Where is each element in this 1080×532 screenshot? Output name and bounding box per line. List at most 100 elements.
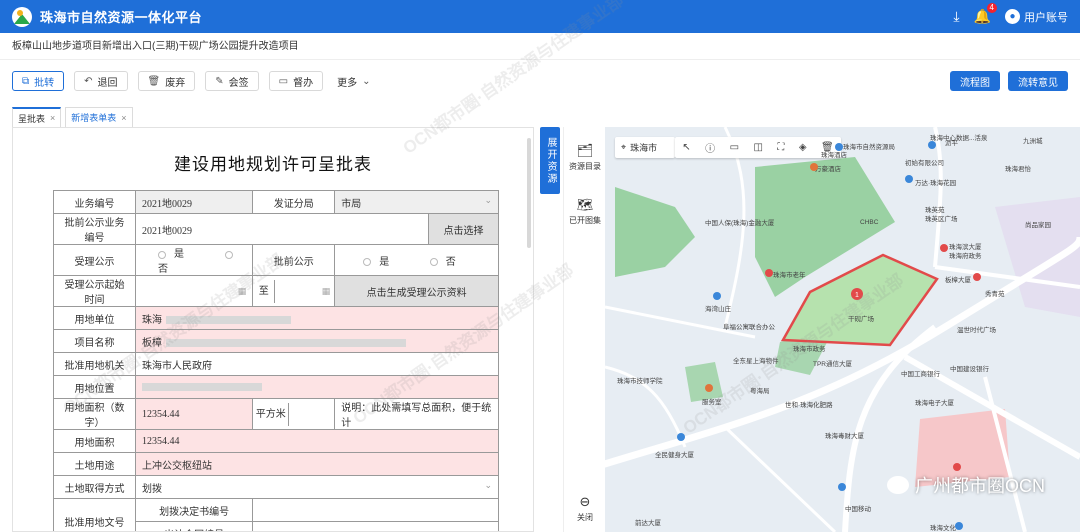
place-label: 珠海君怡 [1005,166,1031,173]
opened-maps-button[interactable]: 🗺 已开图集 [564,197,606,226]
platform-logo-icon [12,6,32,27]
select-button[interactable]: 点击选择 [428,213,499,245]
place-label: 板樟大厦 [945,277,971,284]
radio-yes[interactable] [158,250,166,259]
poi-pin[interactable] [928,141,936,149]
countersign-button[interactable]: ✎ 会签 [205,71,259,91]
label: 发证分局 [252,190,336,214]
label: 批准用地机关 [53,352,136,376]
project-title: 板樟山山地步道项目新增出入口(三期)干砚广场公园提升改造项目 [0,33,1080,60]
poi-pin[interactable] [713,292,721,300]
redacted-text [166,339,406,348]
poi-pin[interactable] [955,522,963,530]
poi-pin[interactable] [835,143,843,151]
location-field[interactable] [135,375,499,399]
poi-pin[interactable] [810,163,818,171]
label: 受理公示起始时间 [53,275,136,307]
poi-pin[interactable] [905,175,913,183]
redacted-text [142,383,262,392]
generate-publish-button[interactable]: 点击生成受理公示资料 [334,275,499,307]
redacted-text [166,316,291,325]
accept-publish-radio-group: 是 否 [134,244,254,276]
contract-no-field[interactable] [252,521,499,531]
discard-button[interactable]: 🗑 废弃 [137,71,196,91]
place-label: 珠海酒店 [821,152,847,159]
measure-icon[interactable]: ▭ [730,142,739,153]
place-label: 珠海市政务 [793,346,826,353]
area-note: 说明：此处需填写总面积，便于统计 [334,398,499,430]
user-menu[interactable]: ● 用户账号 [1005,9,1068,25]
end-date-input[interactable]: ▦ [275,286,334,297]
place-label: 万豪酒店 [815,166,841,173]
label: 出让合同编号 [134,521,254,531]
area-field[interactable]: 12354.44 [135,429,499,453]
place-label: 珠海中心数据...活泉 [930,135,988,142]
place-label: 中国工商银行 [901,371,940,378]
close-icon[interactable]: × [50,113,55,123]
place-label: 阜福公寓联合办公 [723,324,775,331]
poi-pin[interactable] [953,463,961,471]
place-label: 前达大厦 [635,520,661,527]
city-selector[interactable]: ⌖ 珠海市 [615,137,675,158]
authority-field[interactable]: 珠海市人民政府 [135,352,499,376]
return-button[interactable]: ↶ 退回 [74,71,128,91]
unit-field[interactable]: 珠海 [135,306,499,330]
form-tabs: 呈批表 × 新增表单表 × [12,107,133,127]
land-use-field[interactable]: 上冲公交枢纽站 [135,452,499,476]
area-number-field[interactable]: 12354.44 [134,398,254,430]
approve-button[interactable]: ⧉ 批转 [12,71,65,91]
branch-select[interactable]: 市局 ⌄ [334,190,499,214]
bell-icon[interactable]: 🔔 4 [974,3,997,25]
more-dropdown[interactable]: 更多 ⌄ [333,71,375,91]
map-view[interactable]: 1 ⌖ 珠海市 ↖ ⓘ ▭ ◫ ⛶ ◈ 🗑 珠海市自然资源局 沥平 九洲城 珠海中… [605,127,1080,532]
business-no-field[interactable]: 2021地0029 [134,190,254,214]
transfer-opinion-button[interactable]: 流转意见 [1008,71,1068,91]
flowchart-button[interactable]: 流程图 [950,71,1000,91]
map-toolbar: ↖ ⓘ ▭ ◫ ⛶ ◈ 🗑 [675,137,841,158]
date-range-separator: 至 ▦ [252,275,336,307]
place-label: 尚品家园 [1025,222,1051,229]
info-icon[interactable]: ⓘ [705,140,715,155]
chevron-down-icon: ⌄ [484,479,492,490]
form-scrollbar[interactable] [527,138,531,248]
place-label: 珠海市老年 [773,272,806,279]
action-toolbar: ⧉ 批转 ↶ 退回 🗑 废弃 ✎ 会签 ▭ 督办 更多 ⌄ 流程图 流转意见 [0,62,1080,100]
start-date-input[interactable]: ▦ [134,275,254,307]
close-icon[interactable]: × [121,113,126,123]
project-name-field[interactable]: 板樟 [135,329,499,353]
tab-approval-form[interactable]: 呈批表 × [12,107,62,127]
poi-pin[interactable] [765,269,773,277]
pre-publish-no-field[interactable]: 2021地0029 [135,213,429,245]
place-label: 粤海局 [750,388,770,395]
approval-form-panel: 建设用地规划许可呈批表 业务编号 2021地0029 发证分局 市局 ⌄ 批前公示… [12,127,534,532]
place-label: 温世时代广场 [957,327,996,334]
chevron-down-icon: ⌄ [362,75,371,87]
poi-pin[interactable] [940,244,948,252]
acquire-method-select[interactable]: 划拨 ⌄ [135,475,499,499]
resource-catalog-button[interactable]: 🗂 资源目录 [564,143,606,172]
pointer-icon[interactable]: ↖ [682,142,690,153]
expand-resources-tab[interactable]: 展开资源 [540,127,560,194]
place-label: 秀青苑 [985,291,1005,298]
extent-icon[interactable]: ⛶ [777,142,784,153]
wechat-icon [887,476,909,494]
tab-new-form[interactable]: 新增表单表 × [65,107,133,127]
supervise-button[interactable]: ▭ 督办 [268,71,324,91]
place-label: 九洲城 [1023,138,1043,145]
poi-pin[interactable] [705,384,713,392]
poi-pin[interactable] [838,483,846,491]
allocation-doc-field[interactable] [252,498,499,522]
download-icon[interactable]: ⤓ [953,8,959,25]
layers-icon: 🗂 [576,143,594,158]
place-label: CHBC [860,219,879,226]
split-view-icon[interactable]: ◫ [753,142,762,153]
layers-icon[interactable]: ◈ [799,142,807,153]
label: 土地取得方式 [53,475,136,499]
poi-pin[interactable] [973,273,981,281]
brand-watermark: 广州都市圈OCN [887,472,1045,498]
radio-no[interactable] [429,258,438,267]
radio-no[interactable] [224,250,233,259]
radio-yes[interactable] [363,258,372,267]
close-panel-button[interactable]: ⊖ 关闭 [564,494,606,523]
poi-pin[interactable] [677,433,685,441]
